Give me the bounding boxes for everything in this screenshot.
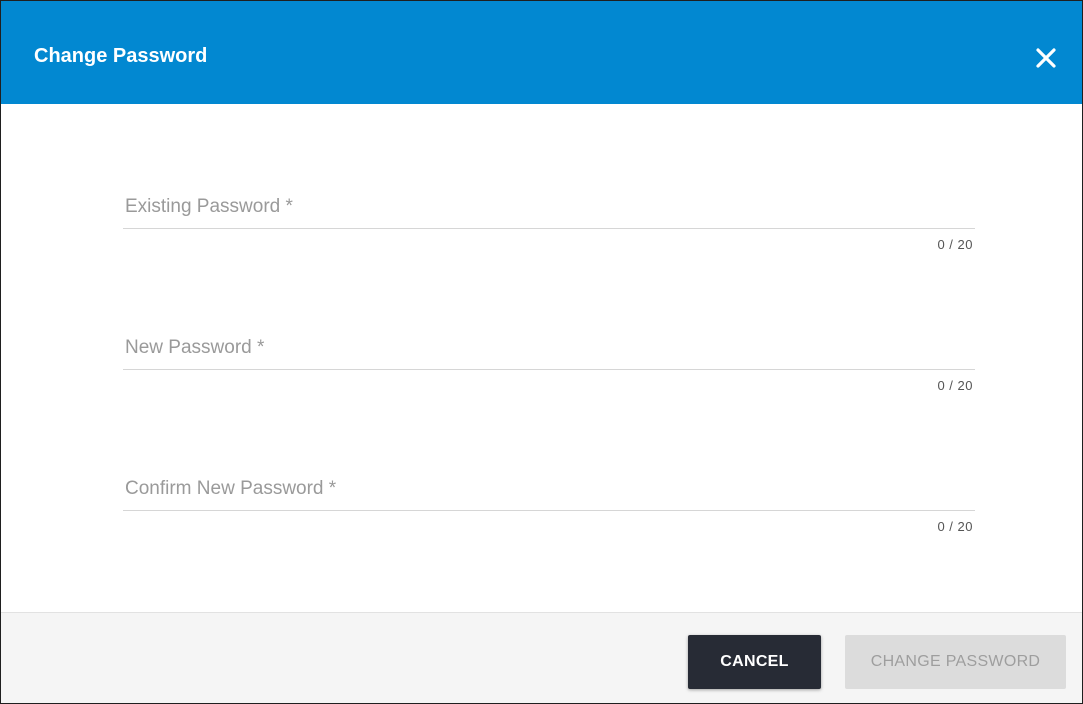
confirm-password-counter: 0 / 20 [937, 519, 973, 534]
cancel-button[interactable]: CANCEL [688, 635, 821, 689]
new-password-input[interactable] [123, 326, 975, 370]
dialog-header: Change Password [1, 1, 1082, 104]
existing-password-counter: 0 / 20 [937, 237, 973, 252]
dialog-title: Change Password [34, 45, 208, 67]
confirm-password-input[interactable] [123, 467, 975, 511]
new-password-counter: 0 / 20 [937, 378, 973, 393]
dialog-footer: CANCEL CHANGE PASSWORD [1, 612, 1082, 703]
change-password-button[interactable]: CHANGE PASSWORD [845, 635, 1066, 689]
close-icon [1036, 48, 1056, 68]
close-button[interactable] [1031, 43, 1061, 73]
change-password-dialog: Change Password 0 / 20 0 / 20 0 / 20 CAN… [0, 0, 1083, 704]
existing-password-input[interactable] [123, 185, 975, 229]
